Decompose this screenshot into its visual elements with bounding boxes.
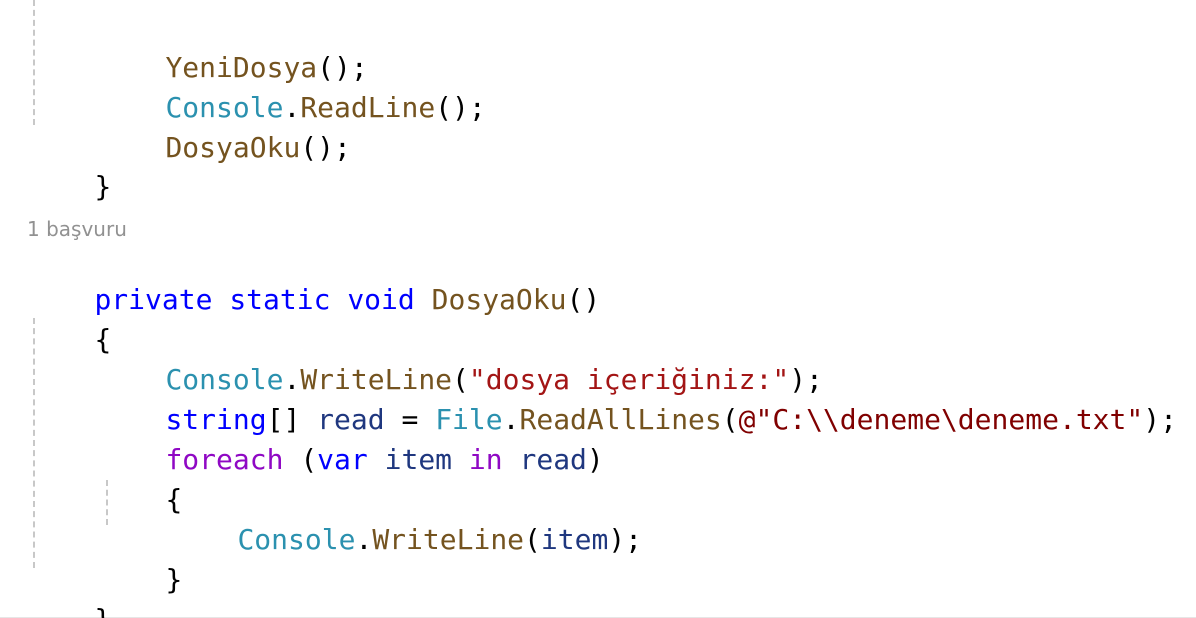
code-line[interactable]: private static void DosyaOku() (27, 240, 600, 316)
variable-token: item (540, 523, 609, 556)
punctuation-token: ) (586, 443, 604, 476)
indent-guide-top (33, 0, 35, 125)
code-line[interactable]: foreach (var item in read) (98, 400, 603, 476)
code-line[interactable]: } (27, 560, 111, 618)
string-token: deneme (839, 403, 941, 436)
punctuation-token: ( (721, 403, 739, 436)
code-line[interactable]: { (27, 280, 111, 356)
punctuation-token: (); (300, 131, 351, 164)
method-token: DosyaOku (165, 131, 301, 164)
punctuation-token: ( (300, 443, 318, 476)
keyword-token: var (317, 443, 368, 476)
keyword-token: static (229, 283, 331, 316)
punctuation-token: ); (608, 523, 643, 556)
method-token: WriteLine (372, 523, 525, 556)
code-editor[interactable]: YeniDosya(); Console.ReadLine(); DosyaOk… (0, 0, 1196, 618)
string-token: \d (940, 403, 975, 436)
type-token: Console (237, 523, 356, 556)
string-token: C: (772, 403, 807, 436)
method-token: DosyaOku (431, 283, 567, 316)
string-token: eneme.txt (974, 403, 1127, 436)
string-token: \\ (806, 403, 840, 436)
code-line[interactable]: Console.ReadLine(); (98, 48, 485, 124)
code-line[interactable]: Console.WriteLine("dosya içeriğiniz:"); (98, 320, 822, 396)
code-line[interactable]: string[] read = File.ReadAllLines(@"C:\\… (98, 360, 1177, 436)
brace-token: } (94, 603, 111, 618)
keyword-token: private (94, 283, 213, 316)
keyword-token: void (347, 283, 415, 316)
punctuation-token: () (566, 283, 601, 316)
code-line[interactable]: { (98, 440, 182, 516)
control-keyword-token: foreach (165, 443, 284, 476)
brace-token: } (94, 170, 112, 203)
punctuation-token: ( (524, 523, 541, 556)
string-token: " (1126, 403, 1144, 436)
variable-token: read (519, 443, 587, 476)
punctuation-token: . (355, 523, 373, 556)
code-line[interactable]: } (27, 127, 111, 203)
control-keyword-token: in (468, 443, 503, 476)
code-line[interactable]: YeniDosya(); (98, 8, 367, 84)
variable-token: item (384, 443, 453, 476)
string-token: @" (738, 403, 773, 436)
punctuation-token: ); (1143, 403, 1177, 436)
brace-token: } (165, 563, 183, 596)
punctuation-token: (); (435, 91, 486, 124)
code-line[interactable]: DosyaOku(); (98, 88, 350, 164)
code-line[interactable]: } (98, 520, 182, 596)
code-line[interactable]: Console.WriteLine(item); (170, 480, 642, 556)
